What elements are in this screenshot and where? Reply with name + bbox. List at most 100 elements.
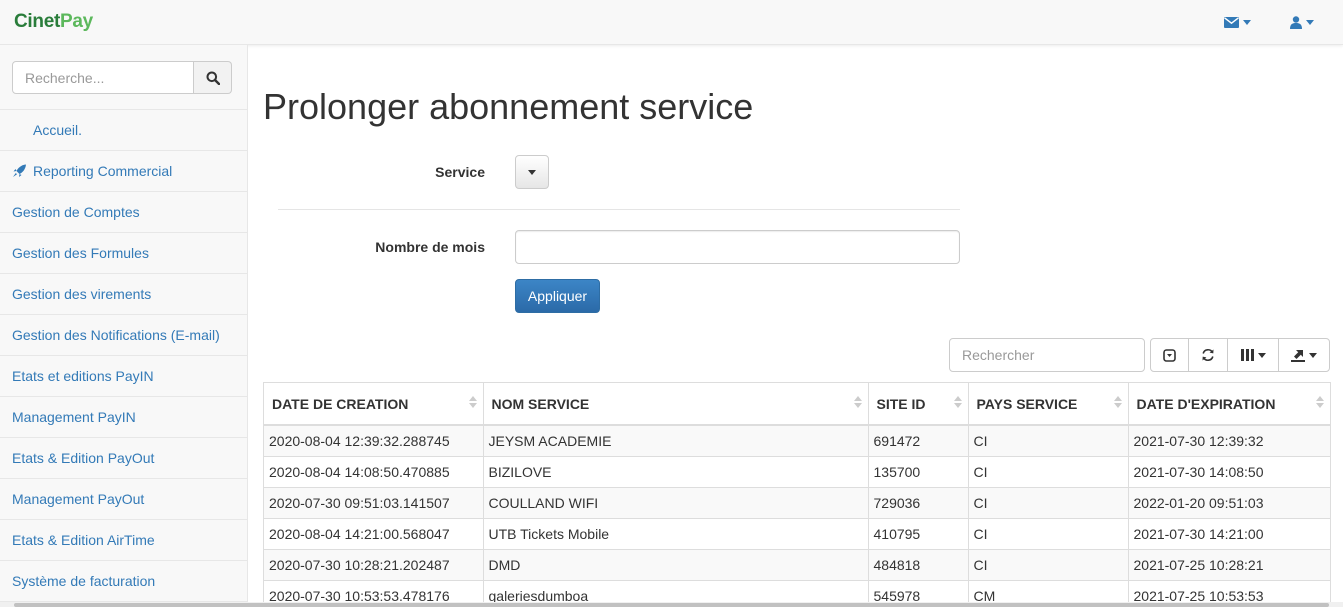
table-row[interactable]: 2020-08-04 12:39:32.288745 JEYSM ACADEMI… [264,424,1330,456]
sidebar-item-label: Gestion des virements [12,286,152,302]
sort-icon [853,396,862,408]
column-header-date-expiration[interactable]: DATE D'EXPIRATION [1128,383,1330,426]
sidebar-item-accueil[interactable]: Accueil. [0,110,247,151]
table-row[interactable]: 2020-08-04 14:08:50.470885 BIZILOVE 1357… [264,455,1330,487]
sidebar-item-etats-payin[interactable]: Etats et editions PayIN [0,356,247,397]
chevron-down-icon [1257,352,1266,358]
refresh-button[interactable] [1188,338,1228,372]
sort-icon [468,396,477,408]
sidebar-item-label: Reporting Commercial [33,163,173,179]
column-header-label: DATE DE CREATION [272,395,409,412]
columns-icon [1240,349,1254,361]
sidebar-item-label: Management PayOut [12,491,145,507]
sidebar-item-label: Gestion de Comptes [12,204,140,220]
sort-icon [1113,396,1122,408]
chevron-down-icon [1306,19,1314,25]
toggle-pagination-button[interactable] [1150,338,1189,372]
table-cell: COULLAND WIFI [483,486,869,518]
sort-icon [953,396,962,408]
user-dropdown[interactable] [1290,13,1314,31]
sidebar-item-label: Accueil. [33,122,83,138]
sidebar-item-label: Etats & Edition PayOut [12,450,155,466]
columns-button[interactable] [1227,338,1279,372]
collapse-icon [1163,348,1176,362]
sidebar-item-label: Gestion des Notifications (E-mail) [12,327,220,343]
table-cell: 135700 [868,455,969,487]
chevron-down-icon [1309,352,1317,358]
table-header-row: DATE DE CREATION NOM SERVICE SITE ID PAY… [264,383,1330,426]
service-label: Service [435,164,485,180]
rocket-icon [12,164,27,178]
sidebar-item-etats-payout[interactable]: Etats & Edition PayOut [0,438,247,479]
table-cell: JEYSM ACADEMIE [483,424,869,456]
sidebar-item-gestion-notifications[interactable]: Gestion des Notifications (E-mail) [0,315,247,356]
column-header-date-creation[interactable]: DATE DE CREATION [264,383,484,426]
sidebar-item-label: Gestion des Formules [12,245,149,261]
service-dropdown[interactable] [515,155,549,189]
sidebar-search-button[interactable] [194,61,232,94]
table-cell: 691472 [868,424,969,456]
chevron-down-icon [1243,19,1251,25]
sidebar-menu: Accueil. Reporting Commercial Gestion de… [0,110,247,602]
column-header-site-id[interactable]: SITE ID [868,383,969,426]
sort-icon [1316,396,1324,408]
table-cell: 2021-07-30 14:08:50 [1128,455,1330,487]
sidebar-item-reporting-commercial[interactable]: Reporting Commercial [0,151,247,192]
table-cell: CI [968,548,1129,580]
table-cell: CI [968,455,1129,487]
table-cell: CI [968,517,1129,549]
sidebar-item-gestion-comptes[interactable]: Gestion de Comptes [0,192,247,233]
column-header-label: NOM SERVICE [491,395,590,412]
sidebar-item-systeme-facturation[interactable]: Système de facturation [0,561,247,602]
table-toolbar [1150,338,1330,372]
envelope-icon [1224,16,1239,28]
column-header-pays-service[interactable]: PAYS SERVICE [968,383,1129,426]
brand-logo-part1: Cinet [14,11,61,32]
top-navbar: CinetPay [0,0,1343,45]
column-header-label: PAYS SERVICE [976,395,1078,412]
table-row[interactable]: 2020-07-30 10:28:21.202487 DMD 484818 CI… [264,548,1330,580]
sidebar-item-management-payout[interactable]: Management PayOut [0,479,247,520]
export-button[interactable] [1278,338,1330,372]
table-cell: 2020-08-04 12:39:32.288745 [264,424,484,456]
sidebar-item-label: Etats & Edition AirTime [12,532,155,548]
messages-dropdown[interactable] [1224,13,1251,31]
horizontal-scrollbar[interactable] [0,602,1343,607]
table-cell: 410795 [868,517,969,549]
sidebar-item-label: Etats et editions PayIN [12,368,154,384]
sidebar-item-etats-airtime[interactable]: Etats & Edition AirTime [0,520,247,561]
scrollbar-thumb[interactable] [14,603,1329,607]
sidebar-item-gestion-formules[interactable]: Gestion des Formules [0,233,247,274]
sidebar-item-gestion-virements[interactable]: Gestion des virements [0,274,247,315]
table-cell: DMD [483,548,869,580]
table-cell: 2020-07-30 09:51:03.141507 [264,486,484,518]
subscriptions-table: DATE DE CREATION NOM SERVICE SITE ID PAY… [263,382,1331,607]
sidebar-item-label: Système de facturation [12,573,156,589]
export-icon [1291,349,1305,362]
table-cell: CI [968,424,1129,456]
brand-logo[interactable]: CinetPay [14,11,93,33]
column-header-label: DATE D'EXPIRATION [1136,395,1276,412]
table-cell: BIZILOVE [483,455,869,487]
months-label: Nombre de mois [375,239,485,255]
months-input[interactable] [515,230,960,264]
page-title: Prolonger abonnement service [263,86,754,127]
divider [278,209,960,210]
brand-logo-part2: Pay [60,11,93,32]
sidebar-search [12,61,232,94]
table-row[interactable]: 2020-07-30 09:51:03.141507 COULLAND WIFI… [264,486,1330,518]
column-header-nom-service[interactable]: NOM SERVICE [483,383,869,426]
apply-button[interactable]: Appliquer [515,279,600,313]
table-cell: 729036 [868,486,969,518]
search-icon [206,71,220,85]
table-search-input[interactable] [949,338,1145,372]
sidebar-item-management-payin[interactable]: Management PayIN [0,397,247,438]
sidebar-item-label: Management PayIN [12,409,136,425]
sidebar: Accueil. Reporting Commercial Gestion de… [0,45,248,607]
column-header-label: SITE ID [876,395,926,412]
chevron-down-icon [528,169,536,175]
table-cell: 2021-07-30 14:21:00 [1128,517,1330,549]
table-row[interactable]: 2020-08-04 14:21:00.568047 UTB Tickets M… [264,517,1330,549]
table-cell: 2021-07-25 10:28:21 [1128,548,1330,580]
sidebar-search-input[interactable] [12,61,194,94]
